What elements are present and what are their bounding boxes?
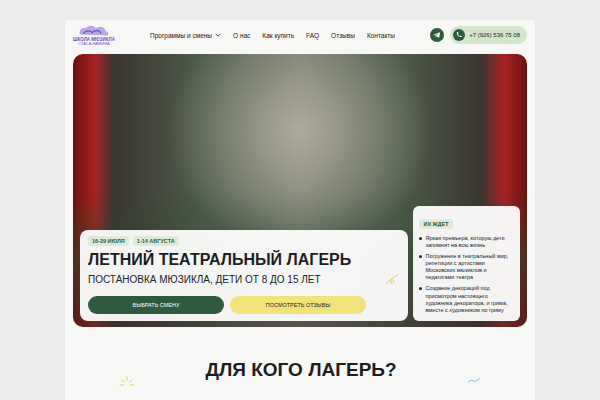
expect-card: ИХ ЖДЕТ Яркая премьера, которую дети запо…: [413, 206, 520, 321]
nav-item[interactable]: FAQ: [306, 32, 319, 39]
logo[interactable]: ШКОЛА МЮЗИКЛАСТАСА НАМИНА: [73, 24, 115, 47]
hero-button[interactable]: ВЫБРАТЬ СМЕНУ: [88, 296, 224, 314]
phone-number: +7 (926) 536 75 08: [469, 32, 520, 38]
section-title: ДЛЯ КОГО ЛАГЕРЬ?: [205, 359, 396, 381]
swirl-decoration-icon: [384, 272, 400, 288]
hero-card: 16-29 ИЮЛЯ 1-14 АВГУСТА ЛЕТНИЙ ТЕАТРАЛЬНЫЙ…: [80, 230, 408, 321]
nav-label: Контакты: [367, 32, 395, 39]
nav-item[interactable]: Как купить: [262, 32, 294, 39]
hero-photo: 16-29 ИЮЛЯ 1-14 АВГУСТА ЛЕТНИЙ ТЕАТРАЛЬНЫЙ…: [73, 54, 527, 327]
nav-item[interactable]: Контакты: [367, 32, 395, 39]
date-badge: 16-29 ИЮЛЯ: [88, 236, 129, 246]
date-badge: 1-14 АВГУСТА: [133, 236, 179, 246]
bullet-dot: [419, 255, 422, 258]
hero-subtitle: ПОСТАНОВКА МЮЗИКЛА, ДЕТИ ОТ 8 ДО 15 ЛЕТ: [88, 274, 321, 286]
nav-label: FAQ: [306, 32, 319, 39]
chevron-down-icon: [215, 33, 221, 37]
hero-button[interactable]: ПОСМОТРЕТЬ ОТЗЫВЫ: [230, 296, 366, 314]
contacts: +7 (926) 536 75 08: [430, 26, 527, 44]
sun-decoration-icon: [119, 375, 135, 391]
expect-text: Погружение в театральный мир, репетиции …: [425, 253, 514, 282]
expect-list: Яркая премьера, которую дети запомнят на…: [419, 235, 514, 314]
nav-item[interactable]: Программы и смены: [150, 32, 221, 39]
expect-item: Создание декораций под присмотром настоя…: [419, 285, 514, 314]
subtitle-row: ПОСТАНОВКА МЮЗИКЛА, ДЕТИ ОТ 8 ДО 15 ЛЕТ: [88, 272, 400, 288]
landing-page: ШКОЛА МЮЗИКЛАСТАСА НАМИНА Программы и сме…: [65, 20, 535, 400]
audience-section: ДЛЯ КОГО ЛАГЕРЬ?: [65, 327, 535, 400]
expect-badge: ИХ ЖДЕТ: [419, 219, 452, 229]
site-header: ШКОЛА МЮЗИКЛАСТАСА НАМИНА Программы и сме…: [65, 20, 535, 50]
expect-item: Погружение в театральный мир, репетиции …: [419, 253, 514, 282]
bullet-dot: [419, 237, 422, 240]
main-nav: Программы и смены О нас Как купить FAQ Отзыв…: [150, 32, 395, 39]
nav-item[interactable]: О нас: [233, 32, 250, 39]
logo-subtitle: СТАСА НАМИНА: [78, 42, 110, 46]
nav-item[interactable]: Отзывы: [331, 32, 355, 39]
logo-mark-icon: [76, 24, 112, 38]
hero-buttons: ВЫБРАТЬ СМЕНУ ПОСМОТРЕТЬ ОТЗЫВЫ: [88, 296, 400, 314]
bullet-dot: [419, 287, 422, 290]
telegram-icon[interactable]: [430, 28, 444, 42]
nav-label: Как купить: [262, 32, 294, 39]
wave-decoration-icon: [467, 374, 481, 388]
nav-label: Программы и смены: [150, 32, 212, 39]
phone-icon: [453, 29, 465, 41]
nav-label: О нас: [233, 32, 250, 39]
expect-text: Создание декораций под присмотром настоя…: [425, 285, 514, 314]
nav-label: Отзывы: [331, 32, 355, 39]
logo-text: ШКОЛА МЮЗИКЛАСТАСА НАМИНА: [73, 38, 115, 47]
hero-title: ЛЕТНИЙ ТЕАТРАЛЬНЫЙ ЛАГЕРЬ: [88, 251, 400, 269]
dates-row: 16-29 ИЮЛЯ 1-14 АВГУСТА: [88, 236, 400, 246]
expect-item: Яркая премьера, которую дети запомнят на…: [419, 235, 514, 249]
expect-text: Яркая премьера, которую дети запомнят на…: [425, 235, 514, 249]
phone-button[interactable]: +7 (926) 536 75 08: [450, 26, 527, 44]
